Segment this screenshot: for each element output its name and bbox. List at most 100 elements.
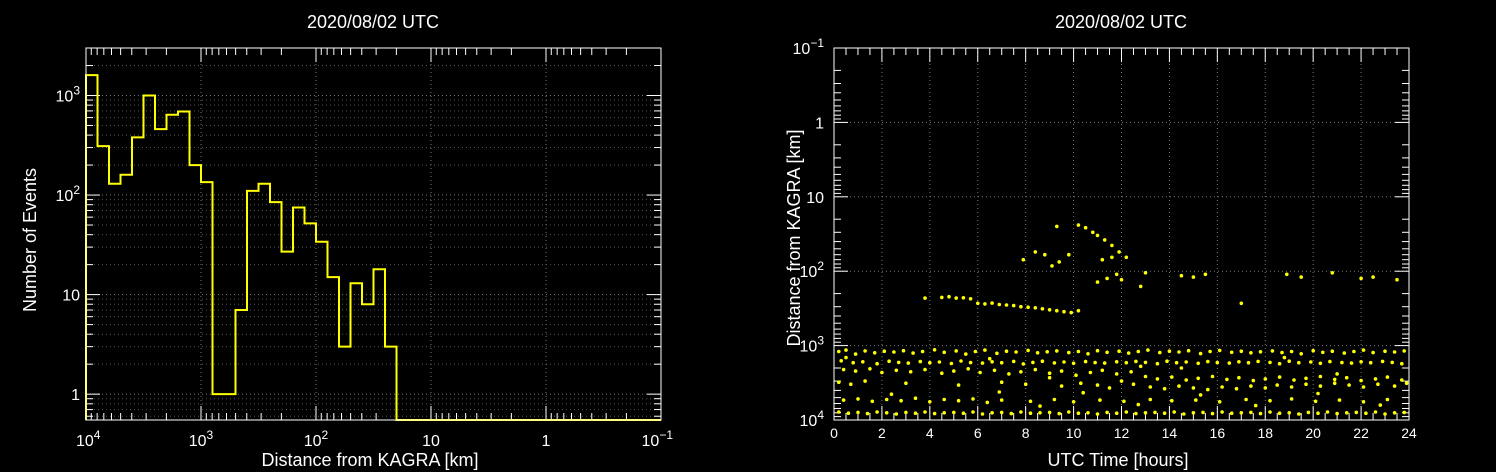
scatter-point [1304, 376, 1308, 381]
scatter-point [1306, 410, 1311, 415]
scatter-y-tick-label: 1 [815, 115, 824, 132]
scatter-point [1400, 361, 1404, 366]
scatter-point [1380, 359, 1385, 364]
scatter-point [964, 352, 968, 356]
scatter-point [1172, 410, 1176, 414]
scatter-point [1277, 375, 1282, 379]
scatter-point [1330, 349, 1335, 354]
scatter-point [1206, 387, 1210, 392]
scatter-point [940, 295, 944, 300]
scatter-point [1184, 360, 1188, 364]
scatter-point [865, 411, 870, 416]
histogram-x-tick-label: 10 [422, 433, 440, 450]
scatter-point [1143, 411, 1148, 415]
scatter-point [1184, 378, 1188, 382]
scatter-point [1081, 390, 1085, 395]
scatter-point [942, 350, 946, 355]
scatter-point [853, 369, 858, 373]
scatter-y-tick-label: 10 [806, 190, 824, 207]
scatter-point [1268, 360, 1272, 365]
scatter-point [1047, 371, 1052, 376]
scatter-point [868, 367, 872, 371]
scatter-point [980, 412, 985, 416]
scatter-point [1352, 349, 1356, 354]
scatter-point [1210, 411, 1215, 416]
scatter-point [961, 296, 966, 300]
scatter-grid [834, 48, 1409, 420]
scatter-point [1086, 352, 1090, 356]
scatter-point [1170, 398, 1174, 403]
figure: 2020/08/02 UTC 104 103 102 10 1 10−1 11010210… [20, 12, 1417, 470]
scatter-point [1354, 410, 1359, 415]
scatter-point [1258, 411, 1263, 416]
scatter-point [889, 392, 894, 397]
scatter-point [1040, 359, 1045, 364]
scatter-point [952, 410, 956, 415]
histogram-x-axis-label: Distance from KAGRA [km] [261, 450, 478, 470]
scatter-point [1055, 308, 1059, 313]
scatter-point [1114, 360, 1119, 364]
scatter-point [1162, 411, 1167, 416]
scatter-point [932, 411, 937, 416]
scatter-point [947, 294, 951, 299]
scatter-point [1083, 225, 1088, 230]
scatter-point [1368, 360, 1373, 365]
scatter-point [1253, 403, 1258, 408]
scatter-point [1385, 375, 1390, 379]
scatter-x-tick-label: 10 [1066, 425, 1082, 441]
scatter-point [1138, 284, 1143, 289]
scatter-point [920, 349, 925, 354]
scatter-point [1119, 379, 1124, 383]
scatter-point [1086, 411, 1090, 415]
scatter-point [959, 359, 963, 363]
scatter-point [1337, 398, 1342, 402]
scatter-point [1055, 224, 1059, 229]
scatter-point [1297, 412, 1301, 416]
scatter-point [1117, 349, 1121, 354]
scatter-point [1114, 372, 1119, 376]
scatter-point [997, 390, 1002, 394]
scatter-point [1220, 410, 1224, 414]
scatter-point [990, 301, 994, 305]
scatter-point [872, 351, 877, 355]
scatter-point [923, 367, 927, 372]
scatter-point [1126, 351, 1131, 355]
scatter-point [1131, 382, 1136, 387]
scatter-point [999, 410, 1004, 415]
scatter-point [1045, 350, 1049, 354]
scatter-point [1050, 264, 1054, 268]
scatter-point [983, 348, 987, 352]
scatter-point [1191, 275, 1196, 279]
scatter-point [1026, 348, 1030, 353]
scatter-point [856, 410, 860, 415]
scatter-point [1179, 366, 1184, 370]
scatter-point [1158, 350, 1162, 355]
scatter-point [923, 296, 927, 300]
scatter-point [1227, 361, 1232, 365]
scatter-point [1014, 350, 1018, 354]
scatter-point [942, 397, 946, 402]
scatter-point [1143, 360, 1148, 365]
scatter-point [1359, 360, 1363, 364]
scatter-point [1292, 378, 1296, 382]
scatter-point [918, 359, 923, 364]
scatter-point [961, 411, 966, 416]
scatter-point [1076, 223, 1081, 227]
scatter-point [1033, 306, 1038, 310]
scatter-point [1043, 252, 1047, 257]
scatter-point [990, 360, 994, 364]
scatter-point [841, 398, 846, 402]
scatter-point [1059, 384, 1064, 388]
scatter-point [999, 398, 1004, 402]
scatter-point [1378, 403, 1383, 407]
scatter-point [1191, 411, 1196, 415]
scatter-point [1011, 359, 1016, 364]
scatter-x-tick-label: 14 [1162, 425, 1178, 441]
scatter-point [940, 371, 944, 376]
scatter-point [1373, 410, 1378, 414]
scatter-point [1093, 360, 1097, 365]
scatter-x-tick-label: 24 [1401, 425, 1417, 441]
scatter-point [1067, 410, 1071, 414]
histogram-panel: 2020/08/02 UTC 104 103 102 10 1 10−1 11010210… [20, 12, 673, 470]
scatter-x-tick-label: 4 [926, 425, 934, 441]
